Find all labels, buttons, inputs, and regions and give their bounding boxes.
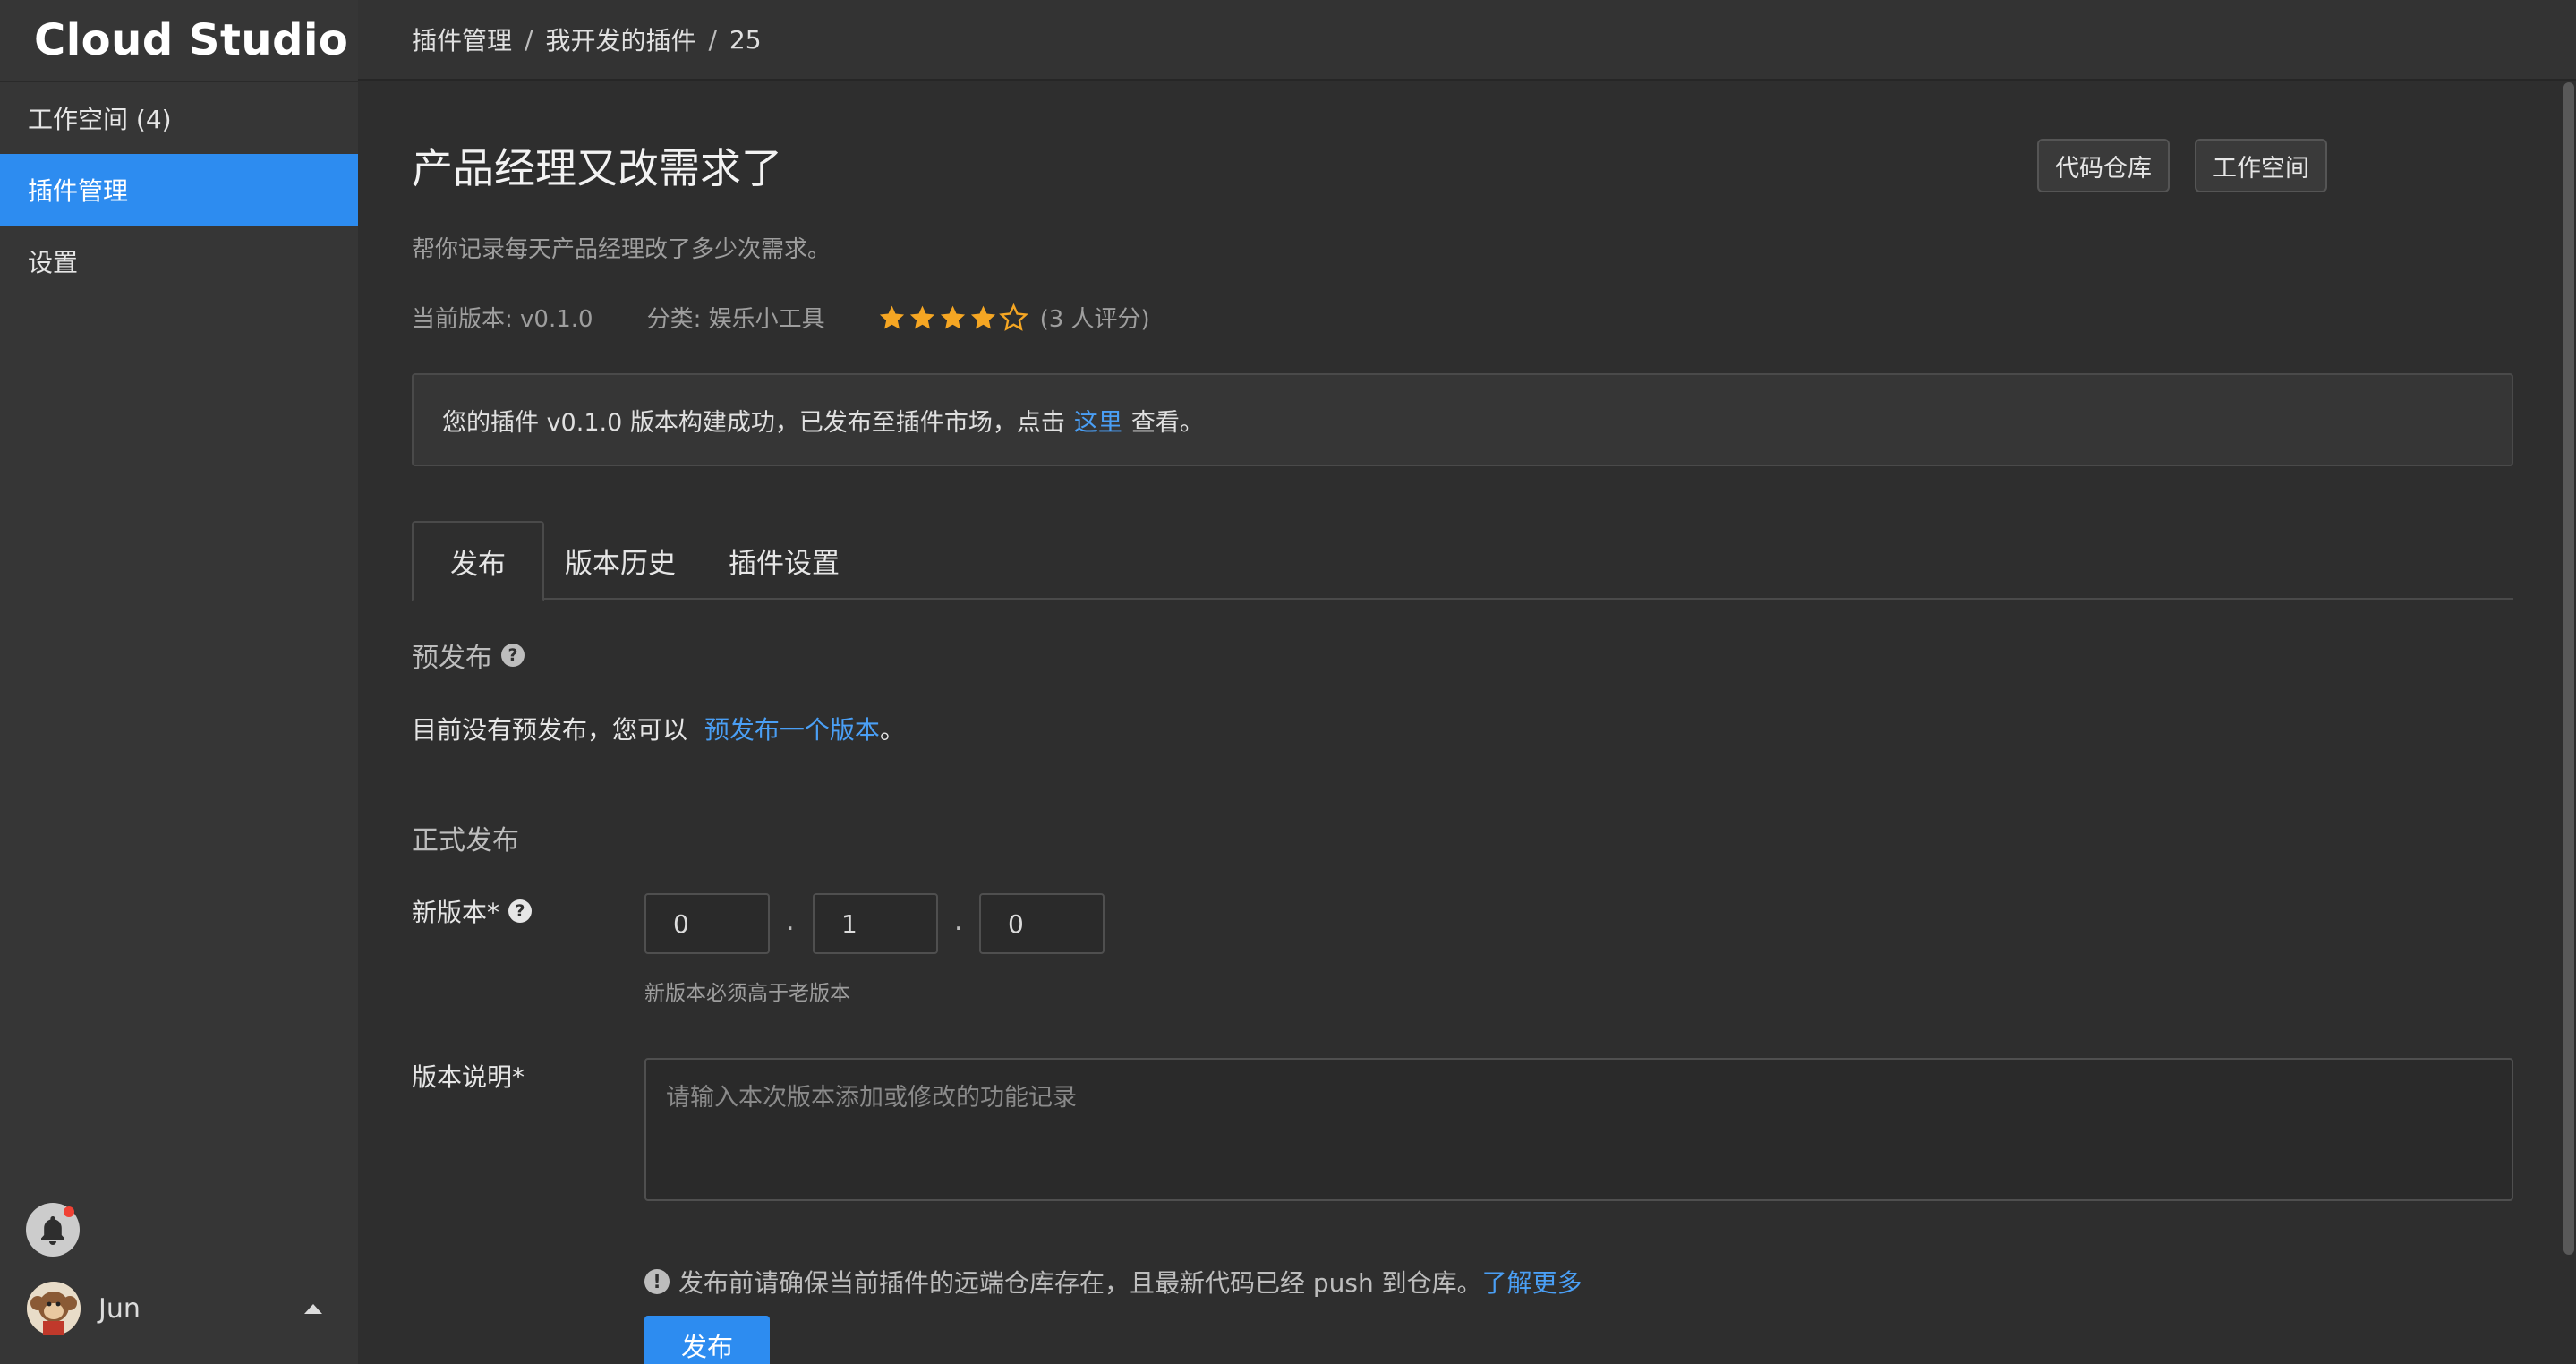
user-menu[interactable]: Jun: [27, 1282, 322, 1335]
version-patch-input[interactable]: [979, 893, 1105, 954]
bell-icon: [41, 1216, 64, 1245]
version-label: 新版本* ?: [412, 893, 533, 929]
breadcrumb: 插件管理 / 我开发的插件 / 25: [358, 0, 2576, 81]
rating-count: (3 人评分): [1039, 306, 1150, 333]
warning-text: 发布前请确保当前插件的远端仓库存在，且最新代码已经 push 到仓库。: [678, 1268, 1482, 1298]
exclamation-icon: !: [644, 1269, 670, 1294]
publish-warning: ! 发布前请确保当前插件的远端仓库存在，且最新代码已经 push 到仓库。 了解…: [644, 1264, 1582, 1300]
user-name: Jun: [98, 1292, 141, 1325]
prerelease-link[interactable]: 预发布一个版本: [704, 715, 880, 745]
tab-plugin-settings[interactable]: 插件设置: [696, 521, 872, 600]
release-heading: 正式发布: [412, 825, 519, 857]
version-major-input[interactable]: [644, 893, 770, 954]
logo-area[interactable]: Cloud Studio: [0, 0, 358, 82]
version-dot: .: [786, 906, 795, 937]
version-hint: 新版本必须高于老版本: [644, 982, 850, 1005]
prerelease-title: 预发布 ?: [412, 635, 525, 675]
star-empty-icon: [998, 303, 1028, 331]
release-title: 正式发布: [412, 818, 519, 857]
breadcrumb-separator: /: [708, 24, 717, 55]
learn-more-link[interactable]: 了解更多: [1482, 1264, 1582, 1300]
code-repo-button[interactable]: 代码仓库: [2037, 139, 2170, 192]
app-root: Cloud Studio 工作空间 (4) 插件管理 设置 Jun 插件管理 /…: [0, 0, 2576, 1364]
caret-up-icon[interactable]: [304, 1303, 322, 1314]
notification-badge: [64, 1206, 74, 1217]
version-label-text: 新版本*: [412, 898, 500, 927]
prerelease-end: 。: [879, 715, 905, 745]
page-title: 产品经理又改需求了: [412, 144, 782, 192]
workspace-button[interactable]: 工作空间: [2195, 139, 2327, 192]
prerelease-text: 目前没有预发布，您可以 预发布一个版本。: [412, 711, 905, 746]
breadcrumb-separator: /: [525, 24, 533, 55]
plugin-meta: 当前版本: v0.1.0 分类: 娱乐小工具 (3 人评分): [412, 301, 1150, 334]
notes-label-text: 版本说明*: [412, 1062, 525, 1092]
prerelease-heading: 预发布: [412, 643, 492, 674]
rating-stars[interactable]: [877, 303, 1029, 332]
scrollbar[interactable]: [2563, 82, 2574, 1255]
notice-suffix: 查看。: [1130, 408, 1204, 437]
tab-version-history[interactable]: 版本历史: [544, 521, 696, 600]
version-dot: .: [954, 906, 963, 937]
prerelease-message: 目前没有预发布，您可以: [412, 715, 688, 745]
sidebar-item-label: 设置: [28, 248, 79, 277]
tab-bar: 发布 版本历史 插件设置: [412, 521, 2513, 601]
monkey-avatar-icon: [27, 1282, 81, 1335]
sidebar-item-workspaces[interactable]: 工作空间 (4): [0, 82, 358, 154]
version-minor-input[interactable]: [813, 893, 938, 954]
release-notes-input[interactable]: [644, 1058, 2513, 1201]
current-version: 当前版本: v0.1.0: [412, 306, 593, 333]
plugin-description: 帮你记录每天产品经理改了多少次需求。: [412, 236, 832, 263]
star-filled-icon: [970, 305, 995, 329]
notice-link[interactable]: 这里: [1074, 403, 1122, 438]
star-filled-icon: [879, 305, 904, 329]
star-filled-icon: [909, 305, 934, 329]
sidebar-item-label: 工作空间 (4): [28, 105, 172, 134]
breadcrumb-item-my-plugins[interactable]: 我开发的插件: [545, 21, 695, 57]
publish-button[interactable]: 发布: [644, 1316, 770, 1364]
breadcrumb-item-current: 25: [729, 24, 762, 55]
build-success-notice: 您的插件 v0.1.0 版本构建成功，已发布至插件市场，点击 这里 查看。: [412, 373, 2513, 466]
avatar: [27, 1282, 81, 1335]
sidebar: Cloud Studio 工作空间 (4) 插件管理 设置 Jun: [0, 0, 358, 1364]
help-icon[interactable]: ?: [501, 644, 525, 667]
notes-label: 版本说明*: [412, 1058, 525, 1094]
sidebar-item-plugins[interactable]: 插件管理: [0, 154, 358, 226]
star-filled-icon: [940, 305, 965, 329]
tab-publish[interactable]: 发布: [412, 521, 544, 601]
sidebar-item-label: 插件管理: [28, 176, 129, 206]
breadcrumb-item-plugins[interactable]: 插件管理: [412, 21, 512, 57]
app-logo[interactable]: Cloud Studio: [34, 15, 348, 65]
sidebar-item-settings[interactable]: 设置: [0, 226, 358, 297]
help-icon[interactable]: ?: [508, 899, 533, 923]
notification-button[interactable]: [26, 1203, 80, 1257]
notice-text: 您的插件 v0.1.0 版本构建成功，已发布至插件市场，点击: [442, 408, 1065, 437]
category: 分类: 娱乐小工具: [646, 306, 825, 333]
